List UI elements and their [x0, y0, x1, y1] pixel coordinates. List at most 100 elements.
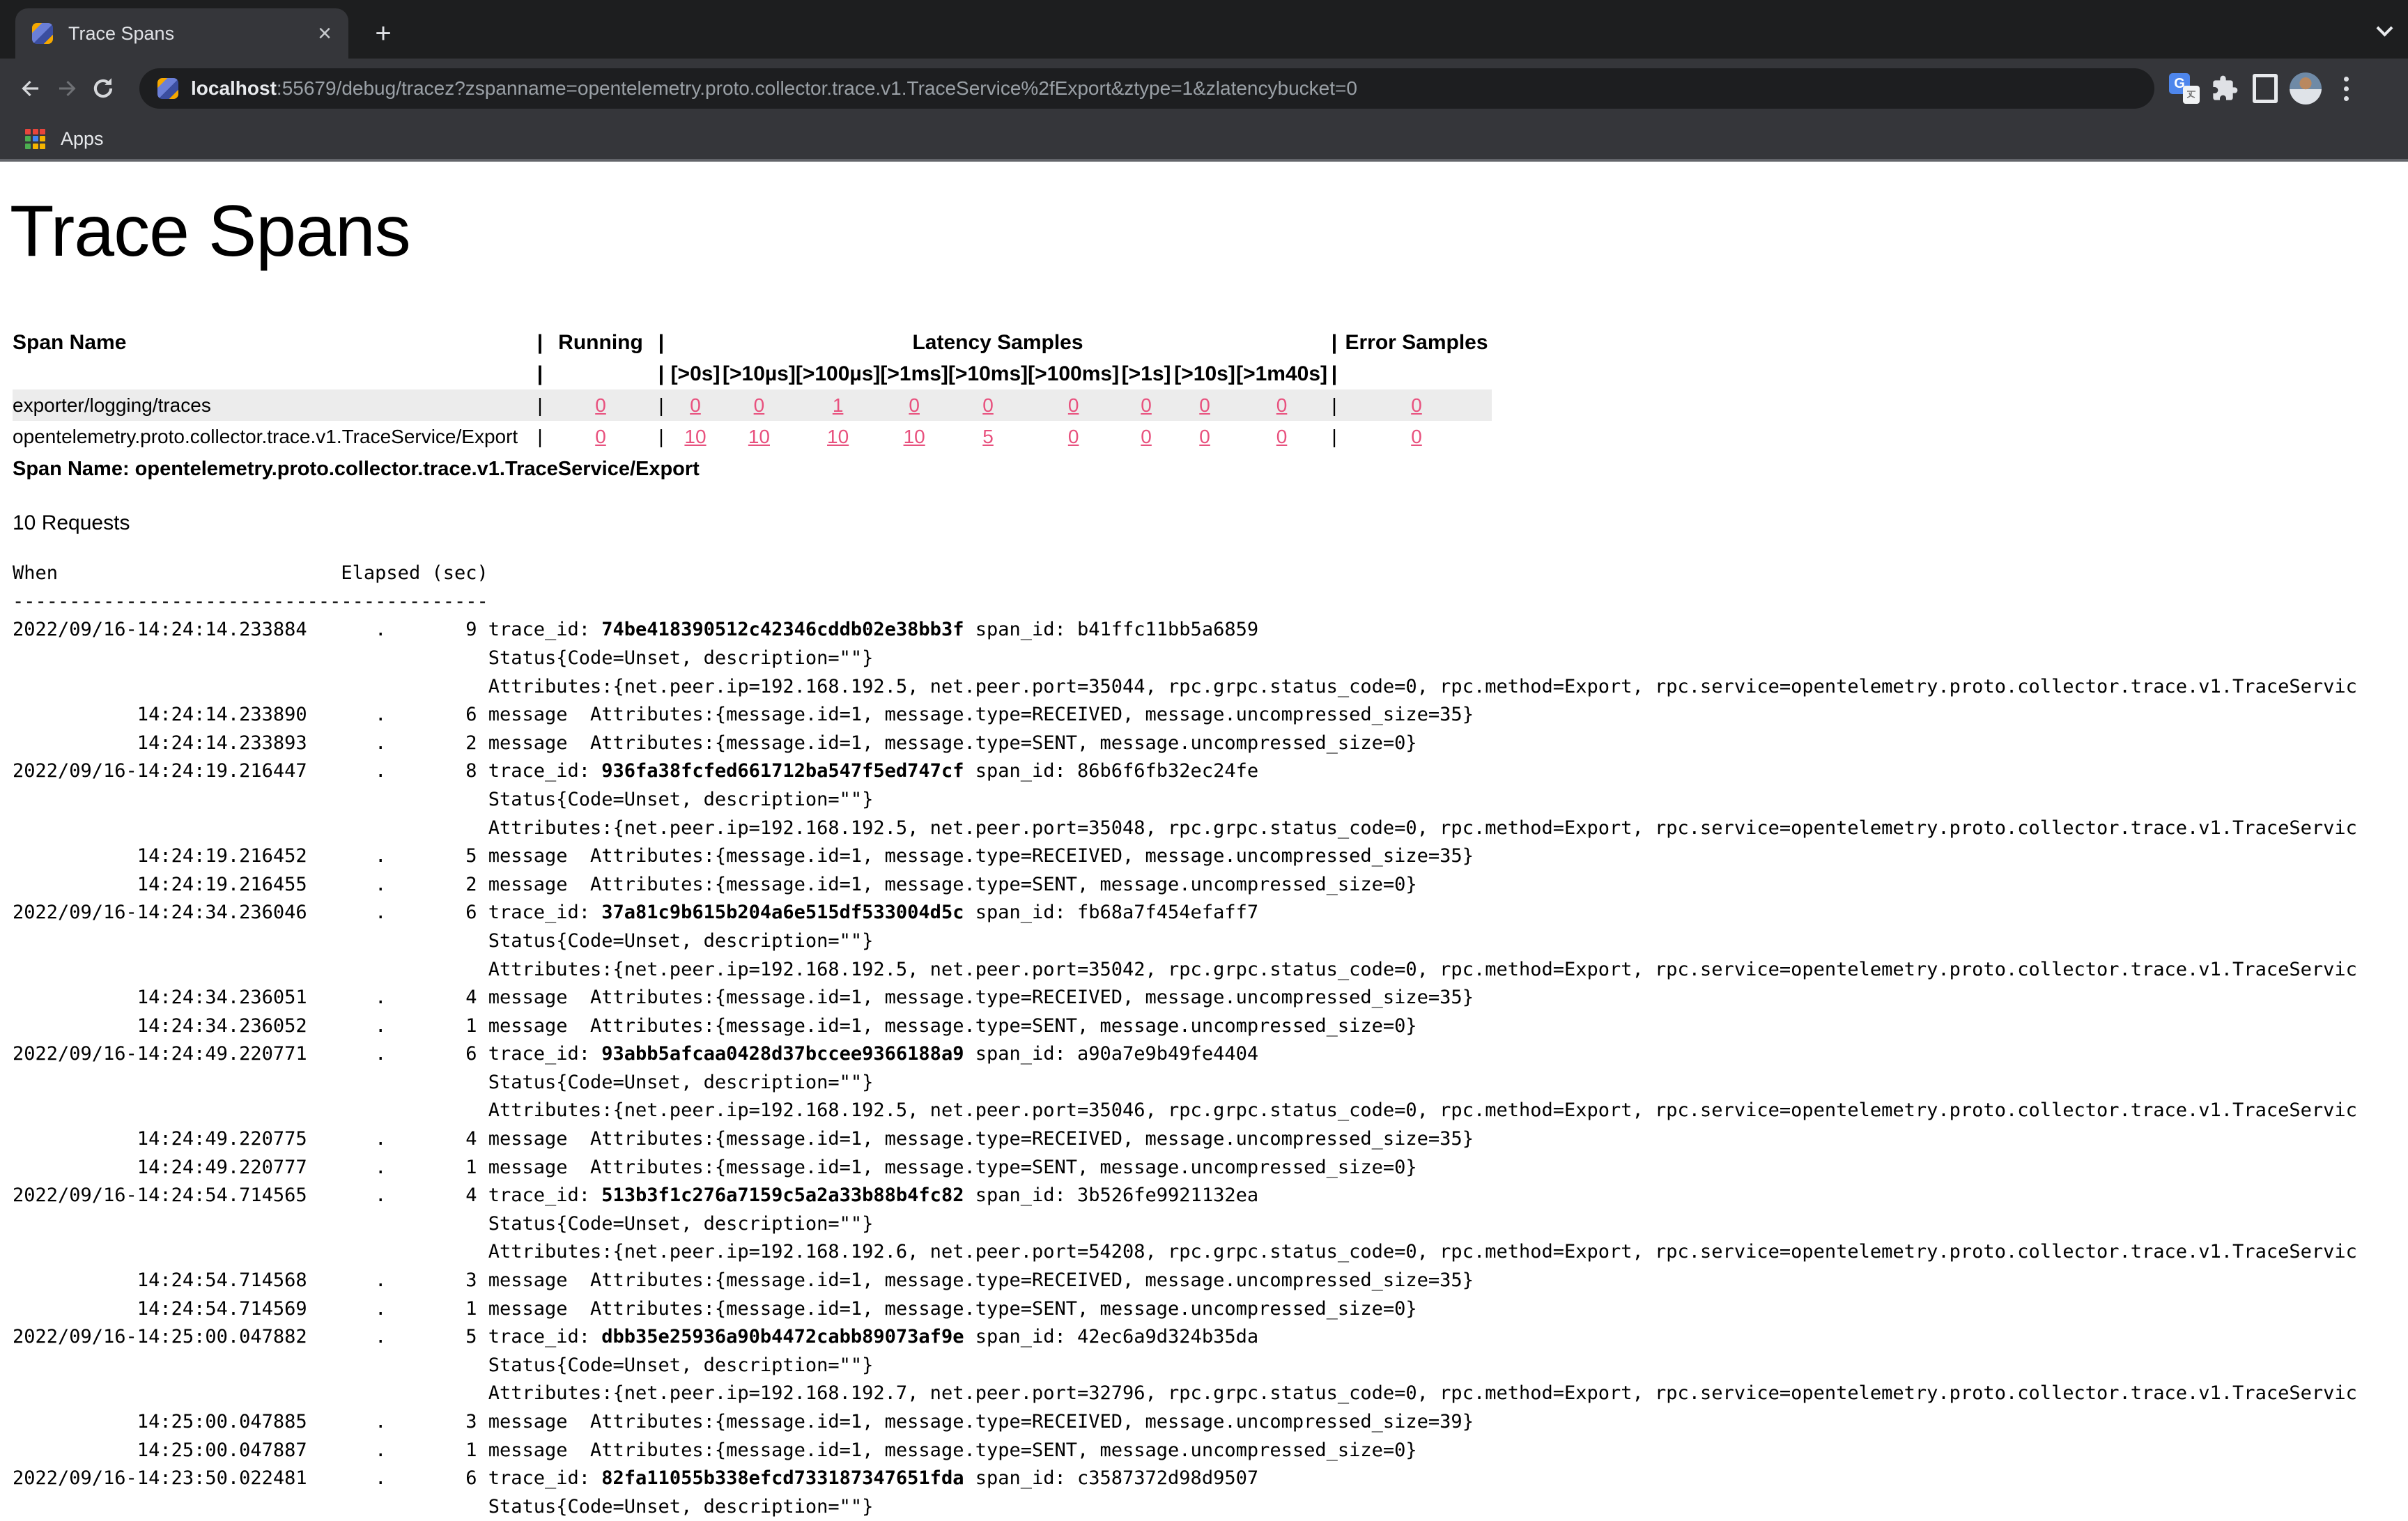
tab-strip: Trace Spans × + — [0, 0, 2408, 59]
bucket-count-link[interactable]: 0 — [690, 394, 701, 416]
trace-line: 14:24:14.233893 . 2 message Attributes:{… — [13, 732, 1417, 754]
bucket-count-link[interactable]: 10 — [684, 426, 706, 447]
bucket-header: [>10s] — [1173, 358, 1236, 389]
request-count-label: 10 Requests — [13, 511, 2408, 536]
browser-tab[interactable]: Trace Spans × — [15, 8, 348, 59]
profile-avatar[interactable] — [2285, 68, 2326, 109]
trace-line: Attributes:{net.peer.ip=192.168.192.5, n… — [13, 959, 2357, 980]
span-name-cell: exporter/logging/traces — [13, 389, 533, 421]
translate-icon[interactable]: G — [2164, 68, 2205, 109]
trace-line: 2022/09/16-14:24:49.220771 . 6 trace_id:… — [13, 1043, 1258, 1065]
bucket-count-link[interactable]: 0 — [754, 394, 765, 416]
bucket-count-link[interactable]: 0 — [1276, 394, 1288, 416]
bucket-count-link[interactable]: 10 — [904, 426, 925, 447]
side-panel-icon[interactable] — [2245, 68, 2285, 109]
bucket-header: [>1s] — [1119, 358, 1173, 389]
trace-line: 14:24:34.236051 . 4 message Attributes:{… — [13, 987, 1474, 1008]
trace-line: When Elapsed (sec) — [13, 562, 488, 584]
reload-button[interactable] — [85, 70, 121, 107]
bucket-count-link[interactable]: 5 — [982, 426, 994, 447]
apps-label[interactable]: Apps — [61, 128, 104, 150]
tab-close-icon[interactable]: × — [318, 22, 332, 45]
col-header-running: Running — [547, 327, 654, 358]
bucket-header: [>100ms] — [1028, 358, 1119, 389]
trace-line: Status{Code=Unset, description=""} — [13, 1072, 873, 1093]
bucket-count-link[interactable]: 0 — [1199, 394, 1210, 416]
apps-grid-icon[interactable] — [25, 129, 45, 149]
trace-line: 14:25:00.047887 . 1 message Attributes:{… — [13, 1439, 1417, 1461]
trace-line: 2022/09/16-14:23:50.022481 . 6 trace_id:… — [13, 1467, 1258, 1489]
trace-line: Status{Code=Unset, description=""} — [13, 647, 873, 669]
bucket-count-link[interactable]: 0 — [909, 394, 920, 416]
bucket-count-link[interactable]: 10 — [748, 426, 770, 447]
pipe-separator: | — [1327, 421, 1341, 452]
selected-span-label: Span Name: opentelemetry.proto.collector… — [13, 456, 2408, 481]
url-text: localhost:55679/debug/tracez?zspanname=o… — [191, 77, 1357, 100]
bucket-header-row: | | [>0s][>10µs][>100µs][>1ms][>10ms][>1… — [13, 358, 1492, 389]
error-count-link[interactable]: 0 — [1411, 394, 1422, 416]
pipe-separator: | — [1327, 389, 1341, 421]
error-count-link[interactable]: 0 — [1411, 426, 1422, 447]
extensions-puzzle-icon[interactable] — [2205, 68, 2245, 109]
pipe-separator: | — [654, 327, 668, 358]
trace-line: 14:24:19.216455 . 2 message Attributes:{… — [13, 874, 1417, 895]
pipe-separator: | — [533, 358, 547, 389]
trace-line: Attributes:{net.peer.ip=192.168.192.5, n… — [13, 1099, 2357, 1121]
trace-line: Attributes:{net.peer.ip=192.168.192.6, n… — [13, 1241, 2357, 1263]
back-button[interactable] — [13, 70, 49, 107]
bucket-header: [>1m40s] — [1236, 358, 1327, 389]
running-count-link[interactable]: 0 — [595, 426, 606, 447]
trace-line: 2022/09/16-14:24:34.236046 . 6 trace_id:… — [13, 902, 1258, 923]
bucket-header: [>1ms] — [880, 358, 948, 389]
pipe-separator: | — [1327, 327, 1341, 358]
bucket-count-link[interactable]: 0 — [1276, 426, 1288, 447]
browser-menu-icon[interactable] — [2326, 68, 2366, 109]
bucket-count-link[interactable]: 0 — [1141, 426, 1152, 447]
bucket-count-link[interactable]: 1 — [833, 394, 844, 416]
url-bar[interactable]: localhost:55679/debug/tracez?zspanname=o… — [139, 68, 2154, 109]
bucket-count-link[interactable]: 10 — [827, 426, 849, 447]
pipe-separator: | — [654, 421, 668, 452]
browser-toolbar: localhost:55679/debug/tracez?zspanname=o… — [0, 59, 2408, 118]
pipe-separator: | — [1327, 358, 1341, 389]
trace-line: 2022/09/16-14:24:14.233884 . 9 trace_id:… — [13, 619, 1258, 640]
bucket-count-link[interactable]: 0 — [1068, 426, 1079, 447]
trace-line: 14:24:54.714568 . 3 message Attributes:{… — [13, 1269, 1474, 1291]
pipe-separator: | — [654, 358, 668, 389]
trace-line: Status{Code=Unset, description=""} — [13, 1213, 873, 1235]
bookmarks-bar: Apps — [0, 118, 2408, 159]
trace-line: Attributes:{net.peer.ip=192.168.192.7, n… — [13, 1382, 2357, 1404]
summary-row: opentelemetry.proto.collector.trace.v1.T… — [13, 421, 1492, 452]
trace-line: Status{Code=Unset, description=""} — [13, 930, 873, 952]
bucket-count-link[interactable]: 0 — [1141, 394, 1152, 416]
trace-line: 14:24:49.220775 . 4 message Attributes:{… — [13, 1128, 1474, 1150]
summary-header-row: Span Name | Running | Latency Samples | … — [13, 327, 1492, 358]
pipe-separator: | — [533, 389, 547, 421]
col-header-error-samples: Error Samples — [1341, 327, 1492, 358]
bucket-count-link[interactable]: 0 — [1199, 426, 1210, 447]
bucket-count-link[interactable]: 0 — [982, 394, 994, 416]
trace-line: Status{Code=Unset, description=""} — [13, 1496, 873, 1518]
opentelemetry-favicon — [32, 23, 53, 44]
bucket-header: [>10µs] — [723, 358, 796, 389]
page-title: Trace Spans — [10, 194, 2408, 270]
trace-line: 14:24:54.714569 . 1 message Attributes:{… — [13, 1298, 1417, 1320]
trace-line: 2022/09/16-14:24:19.216447 . 8 trace_id:… — [13, 760, 1258, 782]
trace-line: 2022/09/16-14:25:00.047882 . 5 trace_id:… — [13, 1326, 1258, 1348]
running-count-link[interactable]: 0 — [595, 394, 606, 416]
span-name-cell: opentelemetry.proto.collector.trace.v1.T… — [13, 421, 533, 452]
bucket-header: [>0s] — [668, 358, 723, 389]
pipe-separator: | — [654, 389, 668, 421]
url-path: :55679/debug/tracez?zspanname=openteleme… — [277, 77, 1357, 99]
col-header-latency-samples: Latency Samples — [668, 327, 1327, 358]
new-tab-button[interactable]: + — [368, 18, 399, 49]
summary-row: exporter/logging/traces|0|001000000|0 — [13, 389, 1492, 421]
bucket-count-link[interactable]: 0 — [1068, 394, 1079, 416]
tab-search-chevron-icon[interactable] — [2377, 22, 2390, 35]
trace-line: ----------------------------------------… — [13, 591, 488, 612]
browser-chrome: Trace Spans × + localhost:55679/debug/tr… — [0, 0, 2408, 162]
trace-line: 14:25:00.047885 . 3 message Attributes:{… — [13, 1411, 1474, 1433]
trace-listing: When Elapsed (sec) ---------------------… — [13, 559, 2408, 1521]
pipe-separator: | — [533, 327, 547, 358]
forward-button[interactable] — [49, 70, 85, 107]
